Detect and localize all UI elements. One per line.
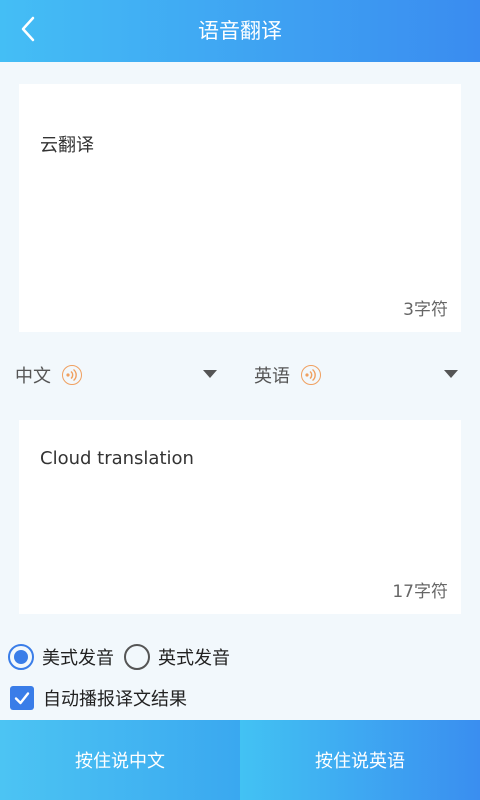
app-header: 语音翻译 (0, 0, 480, 62)
radio-unchecked-icon[interactable] (124, 644, 150, 670)
auto-play-checkbox-row[interactable]: 自动播报译文结果 (10, 685, 187, 711)
speaker-icon[interactable] (62, 365, 82, 385)
speaker-icon[interactable] (301, 365, 321, 385)
pronunciation-radio-group: 美式发音 英式发音 (8, 643, 240, 671)
source-language-selector[interactable]: 中文 (15, 360, 217, 390)
source-language-label: 中文 (15, 366, 51, 387)
checkbox-checked-icon[interactable] (10, 686, 34, 710)
caret-down-icon[interactable] (203, 370, 217, 378)
target-language-selector[interactable]: 英语 (254, 360, 458, 390)
caret-down-icon[interactable] (444, 370, 458, 378)
target-char-count: 17字符 (392, 582, 448, 602)
source-text[interactable]: 云翻译 (40, 131, 440, 157)
hold-speak-chinese-button[interactable]: 按住说中文 (0, 720, 240, 800)
language-selector-row: 中文 英语 (0, 360, 480, 390)
target-text-card[interactable]: Cloud translation 17字符 (19, 420, 461, 614)
auto-play-label: 自动播报译文结果 (43, 689, 187, 710)
page-title: 语音翻译 (198, 19, 282, 43)
hold-speak-english-button[interactable]: 按住说英语 (240, 720, 480, 800)
radio-label: 英式发音 (158, 648, 230, 669)
radio-option-british[interactable]: 英式发音 (124, 644, 230, 670)
source-text-card[interactable]: 云翻译 3字符 (19, 84, 461, 332)
source-char-count: 3字符 (403, 300, 448, 320)
radio-label: 美式发音 (42, 648, 114, 669)
radio-checked-icon[interactable] (8, 644, 34, 670)
radio-option-american[interactable]: 美式发音 (8, 644, 114, 670)
target-language-label: 英语 (254, 366, 290, 387)
target-text: Cloud translation (40, 448, 194, 469)
